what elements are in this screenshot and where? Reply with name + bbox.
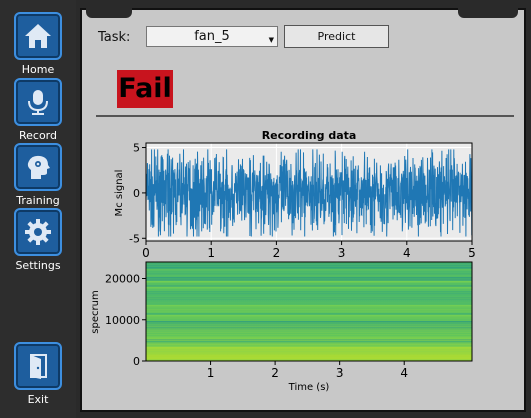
spectrogram-band <box>146 301 472 303</box>
spectrogram-band <box>146 325 472 327</box>
spectrogram-band <box>146 327 472 329</box>
spectrogram-band <box>146 309 472 311</box>
spectrogram-ylabel: specrum <box>90 290 101 333</box>
spectrogram-band <box>146 339 472 341</box>
spectrogram-band <box>146 275 472 277</box>
spectrogram-xticks: 1 2 3 4 <box>207 361 408 380</box>
spectrogram-band <box>146 303 472 305</box>
spectrogram-band <box>146 351 472 353</box>
spectrogram-band <box>146 265 472 267</box>
xtick-label: 1 <box>207 246 215 260</box>
spectrogram-band <box>146 307 472 309</box>
spectrogram-band <box>146 319 472 321</box>
spectrogram-band <box>146 277 472 279</box>
spectrogram-band <box>146 315 472 317</box>
spectrogram-band <box>146 263 472 265</box>
spectrogram-xlabel: Time (s) <box>288 382 330 393</box>
spectrogram-band <box>146 349 472 351</box>
signal-yticks: 5 0 -5 <box>129 142 146 245</box>
ytick-label: -5 <box>129 232 140 245</box>
charts-canvas: 50-5 012345 Mc signal 20000100000 1234 s… <box>90 142 476 393</box>
xtick-label: 4 <box>403 246 411 260</box>
spectrogram-band <box>146 323 472 325</box>
xtick-label: 0 <box>142 246 150 260</box>
ytick-label: 5 <box>133 142 140 155</box>
spectrogram-band <box>146 287 472 289</box>
spectrogram-band <box>146 271 472 273</box>
spectrogram-band <box>146 291 472 293</box>
spectrogram-band <box>146 293 472 295</box>
spectrogram-band <box>146 335 472 337</box>
xtick-label: 3 <box>336 366 344 380</box>
spectrogram-band <box>146 331 472 333</box>
spectrogram-band <box>146 317 472 319</box>
spectrogram-band <box>146 343 472 345</box>
signal-xticks: 0 1 2 3 4 5 <box>142 241 476 260</box>
xtick-label: 4 <box>400 366 408 380</box>
ytick-label: 20000 <box>105 273 140 286</box>
spectrogram-band <box>146 311 472 313</box>
signal-ylabel: Mc signal <box>114 170 125 217</box>
xtick-label: 2 <box>273 246 281 260</box>
spectrogram-band <box>146 283 472 285</box>
spectrogram-band <box>146 353 472 355</box>
spectrogram-band <box>146 333 472 335</box>
xtick-label: 5 <box>468 246 476 260</box>
spectrogram-band <box>146 347 472 349</box>
ytick-label: 0 <box>133 187 140 200</box>
spectrogram-band <box>146 345 472 347</box>
ytick-label: 0 <box>133 355 140 368</box>
spectrogram-band <box>146 297 472 299</box>
spectrogram-band <box>146 321 472 323</box>
spectrogram-band <box>146 359 472 361</box>
spectrogram-band <box>146 289 472 291</box>
spectrogram-band <box>146 279 472 281</box>
ytick-label: 10000 <box>105 314 140 327</box>
spectrogram-band <box>146 337 472 339</box>
xtick-label: 3 <box>338 246 346 260</box>
spectrogram-band <box>146 329 472 331</box>
spectrogram-band <box>146 273 472 275</box>
spectrogram-band <box>146 305 472 307</box>
spectrogram-band <box>146 355 472 357</box>
spectrogram-band <box>146 299 472 301</box>
spectrogram-band <box>146 269 472 271</box>
spectrogram-band <box>146 295 472 297</box>
spectrogram-band <box>146 357 472 359</box>
spectrogram-band <box>146 341 472 343</box>
spectrogram-bands <box>146 263 472 361</box>
spectrogram-yticks: 20000 10000 0 <box>105 273 146 368</box>
spectrogram-band <box>146 267 472 269</box>
spectrogram-band <box>146 285 472 287</box>
spectrogram-band <box>146 281 472 283</box>
spectrogram-band <box>146 313 472 315</box>
xtick-label: 1 <box>207 366 215 380</box>
xtick-label: 2 <box>271 366 279 380</box>
